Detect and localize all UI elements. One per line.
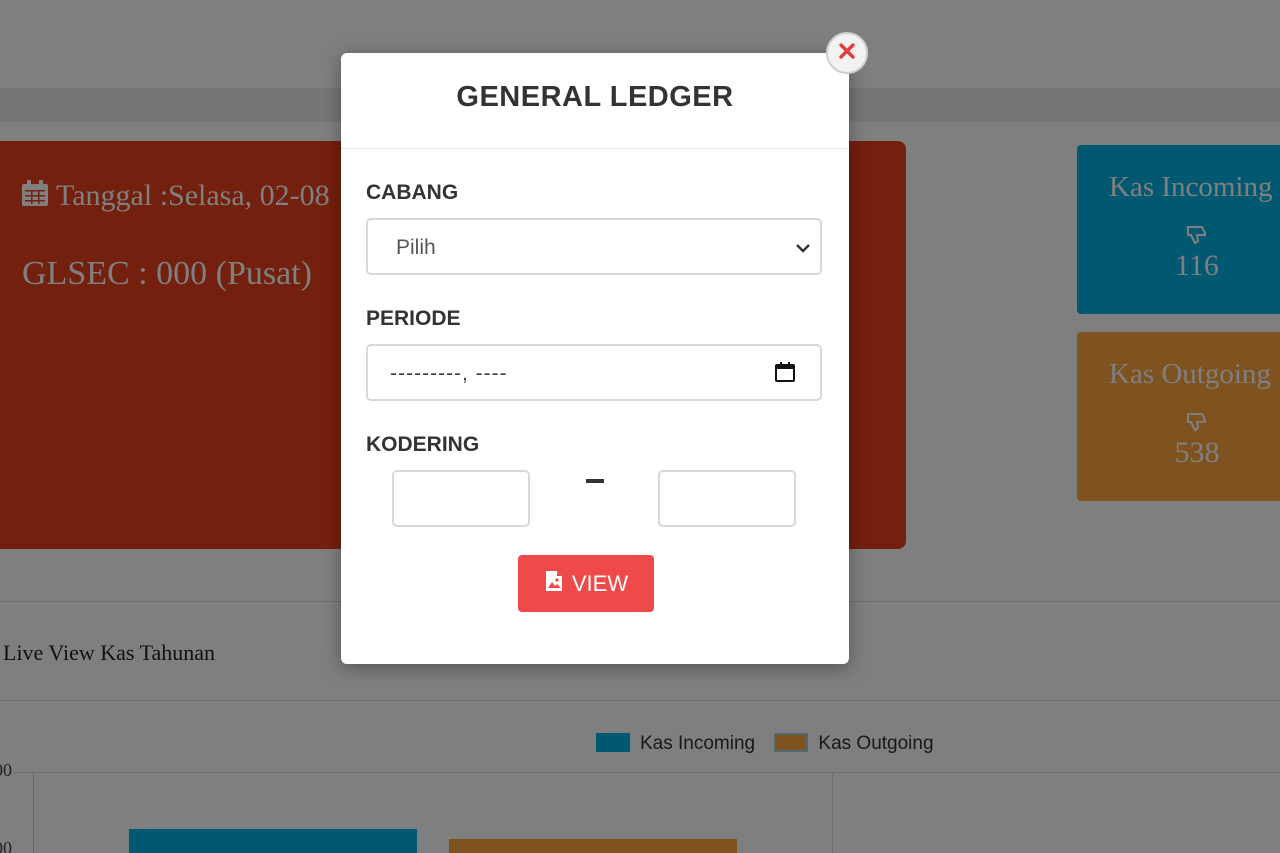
kodering-from-input[interactable] — [392, 470, 530, 527]
range-dash — [586, 479, 604, 483]
view-button-label: VIEW — [571, 570, 629, 596]
cabang-select-value: Pilih — [396, 236, 436, 259]
chevron-down-icon — [794, 239, 812, 262]
calendar-icon[interactable] — [774, 361, 796, 388]
periode-label: PERIODE — [366, 307, 461, 330]
close-button[interactable] — [826, 32, 868, 74]
modal-title: GENERAL LEDGER — [456, 81, 734, 113]
kodering-to-input[interactable] — [658, 470, 796, 527]
cabang-label: CABANG — [366, 181, 459, 204]
cabang-select[interactable]: Pilih — [366, 218, 822, 275]
periode-input[interactable]: ---------, ---- — [366, 344, 822, 401]
periode-input-value: ---------, ---- — [390, 362, 508, 385]
general-ledger-modal: GENERAL LEDGER CABANG Pilih PERIODE ----… — [341, 53, 849, 664]
close-icon — [838, 42, 856, 65]
file-image-icon — [544, 570, 564, 598]
kodering-label: KODERING — [366, 433, 480, 456]
view-button[interactable]: VIEW — [518, 555, 654, 612]
modal-divider — [341, 148, 849, 149]
